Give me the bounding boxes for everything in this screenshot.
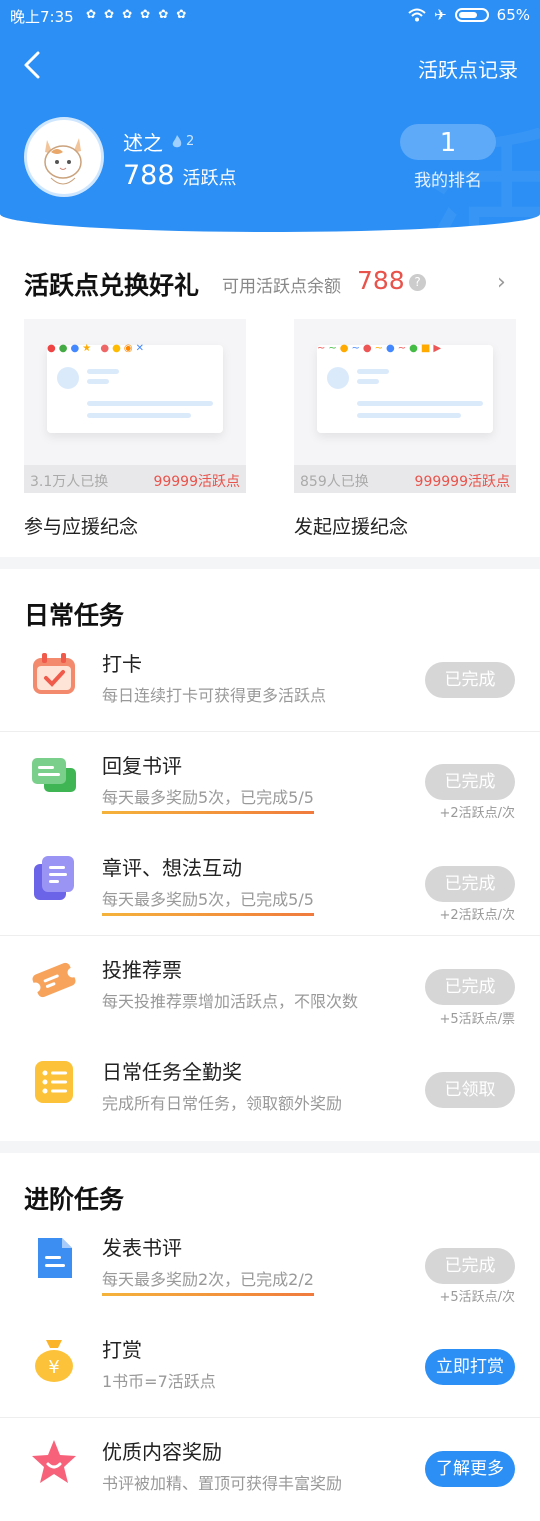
task-desc: 1书币=7活跃点 xyxy=(102,1372,216,1391)
task-desc: 每天最多奖励2次，已完成2/2 xyxy=(102,1266,314,1296)
user-name-row: 述之 2 xyxy=(123,127,194,156)
task-desc: 每天最多奖励5次，已完成5/5 xyxy=(102,886,314,916)
learn-more-button[interactable]: 了解更多 xyxy=(425,1451,515,1487)
status-bar: 晚上7:35 ✿✿✿✿✿✿ ✈ 65% xyxy=(0,0,540,32)
exchange-title: 活跃点兑换好礼 xyxy=(24,271,200,300)
task-reward: +2活跃点/次 xyxy=(439,806,515,821)
exchange-available-value: 788 xyxy=(357,266,405,295)
advanced-tasks-title: 进阶任务 xyxy=(24,1185,125,1214)
gift-card-1[interactable]: ●●●★ ●●◉✕ 3.1万人已换 99999活跃点 xyxy=(24,319,246,493)
gift-preview xyxy=(317,345,493,433)
wifi-icon xyxy=(408,8,426,22)
task-name: 日常任务全勤奖 xyxy=(102,1060,242,1084)
exchange-available-label: 可用活跃点余额 xyxy=(222,277,341,297)
money-bag-icon: ¥ xyxy=(35,1340,73,1382)
section-divider xyxy=(0,1141,540,1153)
task-desc: 每天投推荐票增加活跃点，不限次数 xyxy=(102,992,359,1011)
section-divider xyxy=(0,557,540,569)
ticket-icon xyxy=(30,962,78,998)
task-name: 打卡 xyxy=(102,652,142,676)
activity-record-link[interactable]: 活跃点记录 xyxy=(418,54,518,83)
task-row: 投推荐票 每天投推荐票增加活跃点，不限次数 已完成 +5活跃点/票 xyxy=(0,936,540,1038)
task-name: 优质内容奖励 xyxy=(102,1440,222,1464)
gift-taken-count: 3.1万人已换 xyxy=(30,474,109,490)
gift-price: 999999活跃点 xyxy=(414,474,510,490)
level-badge: 2 xyxy=(171,134,194,150)
confetti-decoration: ●●●★ ●●◉✕ xyxy=(47,343,147,354)
reward-now-button[interactable]: 立即打赏 xyxy=(425,1349,515,1385)
task-row: 章评、想法互动 每天最多奖励5次，已完成5/5 已完成 +2活跃点/次 xyxy=(0,834,540,936)
task-status-button[interactable]: 已完成 xyxy=(425,866,515,902)
task-desc: 每天最多奖励5次，已完成5/5 xyxy=(102,784,314,814)
task-reward: +5活跃点/票 xyxy=(439,1012,515,1027)
task-row: ¥ 打赏 1书币=7活跃点 立即打赏 xyxy=(0,1316,540,1418)
task-name: 回复书评 xyxy=(102,754,182,778)
task-row: 优质内容奖励 书评被加精、置顶可获得丰富奖励 了解更多 xyxy=(0,1418,540,1520)
gift-info-bar: 3.1万人已换 99999活跃点 xyxy=(24,465,246,493)
level-value: 2 xyxy=(186,134,195,149)
task-status-button[interactable]: 已完成 xyxy=(425,969,515,1005)
points-unit: 活跃点 xyxy=(182,168,237,189)
rank-value[interactable]: 1 xyxy=(400,124,496,160)
task-reward: +5活跃点/次 xyxy=(439,1290,515,1305)
confetti-decoration: ~~●~●~●~●■▶ xyxy=(317,343,445,354)
chat-bubbles-icon xyxy=(32,758,76,792)
task-desc: 书评被加精、置顶可获得丰富奖励 xyxy=(102,1474,343,1493)
gift-name[interactable]: 发起应援纪念 xyxy=(294,512,408,539)
checklist-icon xyxy=(35,1061,73,1103)
header: 活 xyxy=(0,0,540,232)
notification-icons: ✿✿✿✿✿✿ xyxy=(86,7,195,21)
flame-icon xyxy=(172,134,182,147)
task-status-button[interactable]: 已完成 xyxy=(425,764,515,800)
cat-avatar-icon xyxy=(44,138,82,185)
task-status-button[interactable]: 已完成 xyxy=(425,662,515,698)
svg-text:¥: ¥ xyxy=(48,1357,59,1378)
avatar[interactable] xyxy=(24,117,104,197)
task-name: 发表书评 xyxy=(102,1236,182,1260)
battery-level: 65% xyxy=(496,6,530,24)
chevron-right-icon[interactable]: › xyxy=(497,270,506,295)
user-name: 述之 xyxy=(123,131,163,155)
notes-icon xyxy=(34,856,74,900)
task-row: 发表书评 每天最多奖励2次，已完成2/2 已完成 +5活跃点/次 xyxy=(0,1214,540,1316)
task-desc: 每日连续打卡可获得更多活跃点 xyxy=(102,686,327,705)
user-points: 788 活跃点 xyxy=(123,160,237,191)
gift-info-bar: 859人已换 999999活跃点 xyxy=(294,465,516,493)
gift-preview xyxy=(47,345,223,433)
task-status-button[interactable]: 已领取 xyxy=(425,1072,515,1108)
task-reward: +2活跃点/次 xyxy=(439,908,515,923)
task-name: 投推荐票 xyxy=(102,958,182,982)
task-row: 打卡 每日连续打卡可获得更多活跃点 已完成 xyxy=(0,630,540,732)
task-row: 回复书评 每天最多奖励5次，已完成5/5 已完成 +2活跃点/次 xyxy=(0,732,540,834)
battery-icon xyxy=(454,8,489,22)
gift-name[interactable]: 参与应援纪念 xyxy=(24,512,138,539)
airplane-icon: ✈ xyxy=(434,6,447,24)
task-name: 打赏 xyxy=(102,1338,142,1362)
star-icon xyxy=(32,1440,76,1483)
status-time: 晚上7:35 xyxy=(10,8,74,26)
gift-card-2[interactable]: ~~●~●~●~●■▶ 859人已换 999999活跃点 xyxy=(294,319,516,493)
status-right: ✈ 65% xyxy=(408,6,530,24)
document-icon xyxy=(38,1238,72,1278)
gift-price: 99999活跃点 xyxy=(153,474,240,490)
gift-taken-count: 859人已换 xyxy=(300,474,369,490)
task-status-button[interactable]: 已完成 xyxy=(425,1248,515,1284)
daily-tasks-title: 日常任务 xyxy=(24,601,125,630)
rank-label: 我的排名 xyxy=(414,171,482,191)
back-icon[interactable] xyxy=(18,50,48,80)
help-icon[interactable]: ? xyxy=(409,274,426,291)
task-name: 章评、想法互动 xyxy=(102,856,242,880)
task-desc: 完成所有日常任务，领取额外奖励 xyxy=(102,1094,343,1113)
task-row: 日常任务全勤奖 完成所有日常任务，领取额外奖励 已领取 xyxy=(0,1038,540,1140)
calendar-icon xyxy=(33,653,75,694)
points-value: 788 xyxy=(123,160,175,191)
